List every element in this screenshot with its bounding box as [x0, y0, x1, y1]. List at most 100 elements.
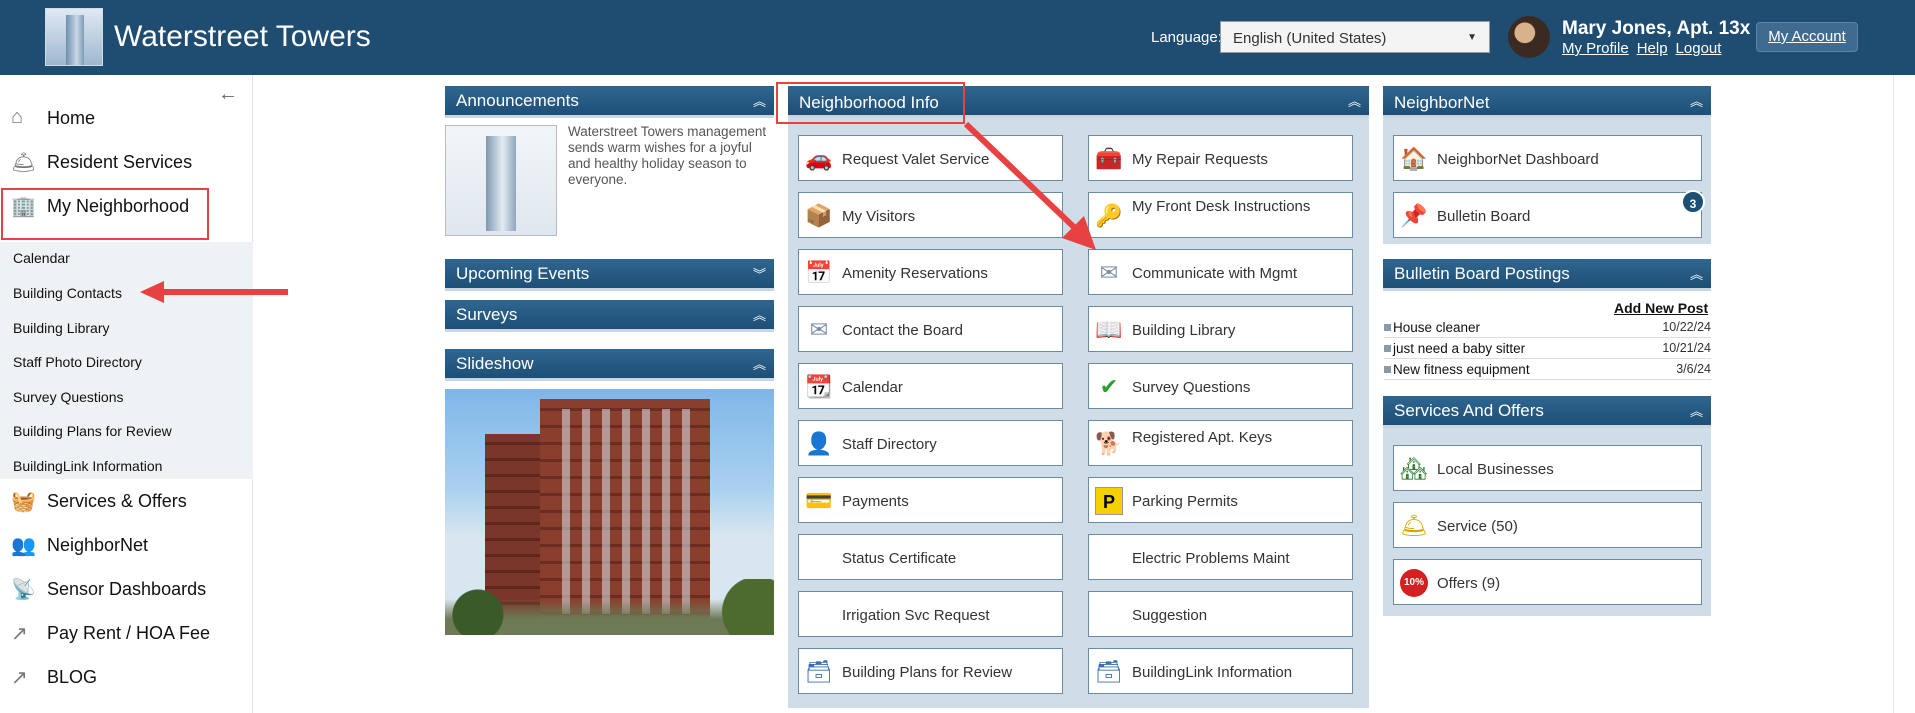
slideshow-image[interactable]	[445, 389, 774, 635]
tile-service[interactable]: 🛎 Service (50)	[1393, 502, 1702, 548]
tile-label: Local Businesses	[1437, 461, 1554, 478]
tile-neighbornet-dashboard[interactable]: 🏠 NeighborNet Dashboard	[1393, 135, 1702, 181]
person-icon: 👤	[805, 431, 833, 456]
surveys-header[interactable]: Surveys ︽	[445, 300, 774, 332]
box-icon: 🗃	[1095, 659, 1123, 684]
tile-offers[interactable]: 10% Offers (9)	[1393, 559, 1702, 605]
sidebar-item-label: BLOG	[47, 667, 98, 687]
submenu-item-calendar[interactable]: Calendar	[13, 250, 70, 266]
chevron-up-icon[interactable]: ︽	[1690, 91, 1703, 110]
pushpin-icon: 📌	[1400, 203, 1428, 228]
tile-parking-permits[interactable]: P Parking Permits	[1088, 477, 1353, 523]
slideshow-header[interactable]: Slideshow ︽	[445, 349, 774, 381]
tile-calendar[interactable]: 📆 Calendar	[798, 363, 1063, 409]
sidebar-item-blog[interactable]: ↗ BLOG	[0, 656, 253, 698]
tile-suggestion[interactable]: Suggestion	[1088, 591, 1353, 637]
sidebar-item-resident-services[interactable]: 🛎 Resident Services	[0, 141, 253, 183]
home-icon: ⌂	[11, 106, 24, 128]
tile-local-businesses[interactable]: 🏘 Local Businesses	[1393, 445, 1702, 491]
add-new-post-link[interactable]: Add New Post	[1614, 300, 1708, 316]
sidebar-item-home[interactable]: ⌂ Home	[0, 97, 253, 139]
sidebar-item-sensor-dashboards[interactable]: 📡 Sensor Dashboards	[0, 568, 253, 610]
tile-communicate-with-mgmt[interactable]: ✉ Communicate with Mgmt	[1088, 249, 1353, 295]
tile-electric-problems[interactable]: Electric Problems Maint	[1088, 534, 1353, 580]
panel-title: NeighborNet	[1394, 93, 1490, 112]
share-icon: ↗	[11, 667, 28, 689]
checkmark-icon: ✔	[1099, 374, 1119, 399]
language-value: English (United States)	[1233, 30, 1387, 47]
tile-status-certificate[interactable]: Status Certificate	[798, 534, 1063, 580]
list-item[interactable]: New fitness equipment 3/6/24	[1384, 360, 1711, 380]
package-icon: 📦	[805, 203, 833, 228]
tile-label: Payments	[842, 493, 909, 510]
bulletin-postings-header[interactable]: Bulletin Board Postings ︽	[1383, 259, 1711, 291]
tile-staff-directory[interactable]: 👤 Staff Directory	[798, 420, 1063, 466]
scrollbar-track[interactable]	[1893, 75, 1894, 713]
sidebar-item-label: Home	[47, 108, 96, 128]
chevron-up-icon[interactable]: ︽	[753, 354, 766, 373]
submenu-item-building-library[interactable]: Building Library	[13, 320, 110, 336]
panel-title: Announcements	[456, 91, 579, 110]
sidebar-item-pay-rent[interactable]: ↗ Pay Rent / HOA Fee	[0, 612, 253, 654]
credit-card-icon: 💳	[805, 488, 833, 513]
post-title: House cleaner	[1393, 320, 1481, 335]
tile-bulletin-board[interactable]: 📌 Bulletin Board	[1393, 192, 1702, 238]
tile-label: Contact the Board	[842, 322, 963, 339]
tile-payments[interactable]: 💳 Payments	[798, 477, 1063, 523]
tile-survey-questions[interactable]: ✔ Survey Questions	[1088, 363, 1353, 409]
chevron-up-icon[interactable]: ︽	[1348, 91, 1361, 110]
dropdown-caret-icon: ▼	[1467, 32, 1477, 43]
highlight-my-neighborhood	[1, 188, 209, 240]
chevron-up-icon[interactable]: ︽	[753, 91, 766, 110]
chevron-up-icon[interactable]: ︽	[1690, 264, 1703, 283]
box-icon: 🗃	[805, 659, 833, 684]
upcoming-events-header[interactable]: Upcoming Events ︾	[445, 259, 774, 291]
submenu-item-building-plans[interactable]: Building Plans for Review	[13, 423, 172, 439]
tile-amenity-reservations[interactable]: 📅 Amenity Reservations	[798, 249, 1063, 295]
tile-building-library[interactable]: 📖 Building Library	[1088, 306, 1353, 352]
tile-label: Building Library	[1132, 322, 1236, 339]
avatar[interactable]	[1508, 16, 1550, 58]
site-title[interactable]: Waterstreet Towers	[114, 20, 371, 54]
chevron-up-icon[interactable]: ︽	[753, 305, 766, 324]
post-title: just need a baby sitter	[1393, 341, 1526, 356]
tile-label: Offers (9)	[1437, 575, 1501, 592]
neighbornet-header[interactable]: NeighborNet ︽	[1383, 86, 1711, 118]
sidebar-item-neighbornet[interactable]: 👥 NeighborNet	[0, 524, 253, 566]
building-logo[interactable]	[45, 8, 103, 66]
list-item[interactable]: just need a baby sitter 10/21/24	[1384, 339, 1711, 359]
chevron-up-icon[interactable]: ︽	[1690, 401, 1703, 420]
bulletin-count-badge: 3	[1681, 190, 1705, 214]
submenu-item-building-contacts[interactable]: Building Contacts	[13, 285, 122, 301]
tile-label: Parking Permits	[1132, 493, 1238, 510]
language-select[interactable]: English (United States) ▼	[1220, 21, 1490, 53]
my-account-button[interactable]: My Account	[1756, 22, 1858, 52]
submenu-item-staff-photo-directory[interactable]: Staff Photo Directory	[13, 354, 142, 370]
tile-irrigation-svc[interactable]: Irrigation Svc Request	[798, 591, 1063, 637]
announcements-header[interactable]: Announcements ︽	[445, 86, 774, 118]
tile-my-repair-requests[interactable]: 🧰 My Repair Requests	[1088, 135, 1353, 181]
bell-icon: 🛎	[11, 152, 37, 174]
tile-label: Calendar	[842, 379, 903, 396]
submenu-item-survey-questions[interactable]: Survey Questions	[13, 389, 124, 405]
logout-link[interactable]: Logout	[1676, 40, 1722, 57]
calendar-grid-icon: 📅	[805, 260, 833, 285]
sidebar-item-label: Services & Offers	[47, 491, 187, 511]
my-profile-link[interactable]: My Profile	[1562, 40, 1629, 57]
tile-front-desk-instructions[interactable]: 🔑 My Front Desk Instructions	[1088, 192, 1353, 238]
share-icon: ↗	[11, 623, 28, 645]
list-item[interactable]: House cleaner 10/22/24	[1384, 318, 1711, 338]
buildings-icon: 🏘	[1400, 456, 1428, 481]
tile-buildinglink-info[interactable]: 🗃 BuildingLink Information	[1088, 648, 1353, 694]
chevron-down-icon[interactable]: ︾	[753, 264, 766, 283]
services-offers-header[interactable]: Services And Offers ︽	[1383, 396, 1711, 428]
tile-registered-apt-keys[interactable]: 🐕 Registered Apt. Keys	[1088, 420, 1353, 466]
my-neighborhood-submenu: Calendar Building Contacts Building Libr…	[0, 242, 253, 479]
sidebar-item-services-offers[interactable]: 🧺 Services & Offers	[0, 480, 253, 522]
submenu-item-buildinglink-info[interactable]: BuildingLink Information	[13, 458, 162, 474]
tile-label: Service (50)	[1437, 518, 1518, 535]
help-link[interactable]: Help	[1637, 40, 1668, 57]
tile-label: Bulletin Board	[1437, 208, 1531, 225]
tile-building-plans[interactable]: 🗃 Building Plans for Review	[798, 648, 1063, 694]
tile-contact-the-board[interactable]: ✉ Contact the Board	[798, 306, 1063, 352]
